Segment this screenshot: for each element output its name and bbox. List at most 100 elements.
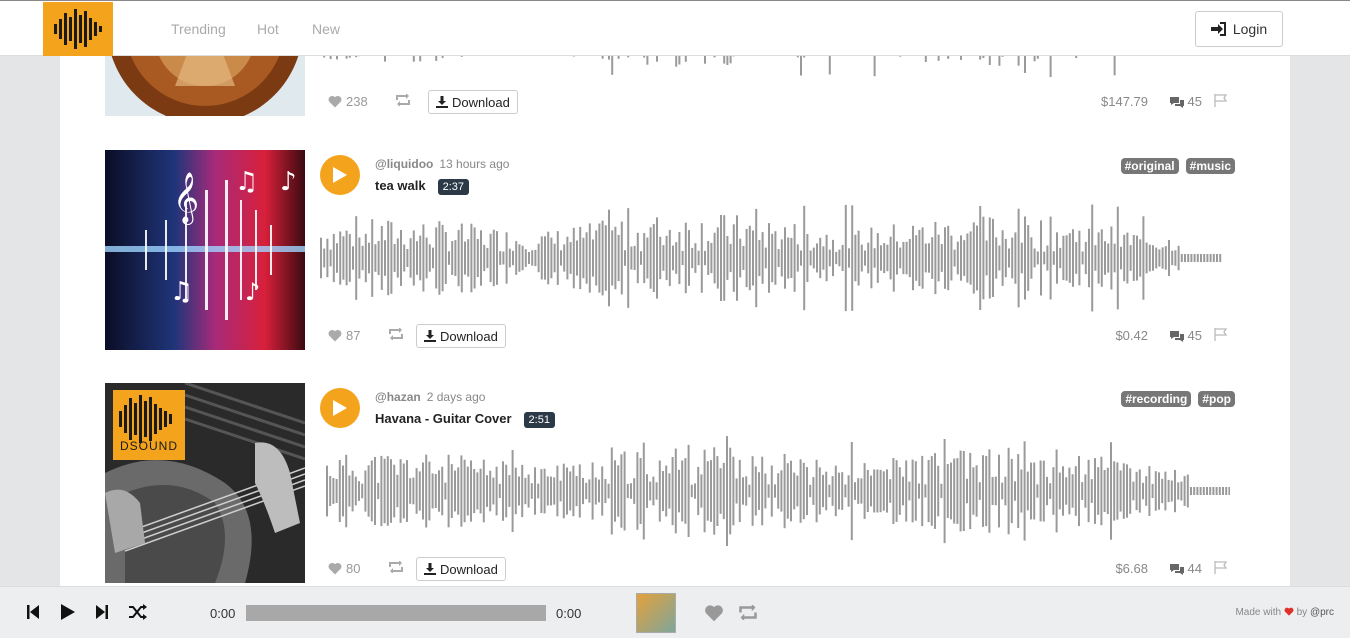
waveform-bar [1200, 254, 1202, 262]
comment-control[interactable]: 45 [1169, 328, 1202, 343]
waveform-bar [998, 56, 1001, 66]
track-thumbnail[interactable] [105, 56, 305, 116]
track-waveform[interactable] [320, 436, 1230, 546]
track-title[interactable]: Havana - Guitar Cover [375, 411, 512, 426]
waveform-bar [1011, 237, 1014, 279]
nav-trending[interactable]: Trending [171, 21, 226, 37]
waveform-bar [870, 227, 873, 289]
waveform-bar [646, 237, 649, 279]
track-waveform[interactable] [320, 203, 1230, 313]
waveform-bar [924, 56, 927, 62]
player-play-icon[interactable] [60, 603, 76, 626]
track-title-row: Havana - Guitar Cover 2:51 [375, 411, 555, 428]
waveform-bar [1110, 442, 1112, 540]
track-title[interactable]: tea walk [375, 178, 426, 193]
player-repost-icon[interactable] [738, 603, 758, 625]
flag-icon[interactable] [1214, 94, 1228, 112]
waveform-bar [610, 447, 613, 535]
flag-icon[interactable] [1214, 561, 1228, 579]
waveform-bar [912, 225, 914, 291]
like-control[interactable]: 238 [328, 94, 368, 109]
download-button[interactable]: Download [428, 90, 518, 114]
tag[interactable]: #recording [1121, 391, 1192, 407]
repost-icon[interactable] [395, 93, 411, 111]
waveform-bar [895, 460, 898, 522]
progress-bar[interactable] [246, 605, 546, 621]
waveform-bar [1043, 251, 1046, 265]
waveform-bar [1017, 454, 1020, 528]
waveform-bar [1065, 235, 1068, 281]
waveform-bar [492, 477, 495, 505]
like-control[interactable]: 80 [328, 561, 360, 576]
waveform-bar [418, 471, 421, 511]
waveform-bar [617, 234, 620, 282]
waveform-bar [870, 475, 872, 507]
waveform-bar [562, 463, 565, 519]
flag-icon[interactable] [1214, 328, 1228, 346]
waveform-bar [1167, 479, 1170, 503]
waveform-bar [755, 208, 758, 308]
like-control[interactable]: 87 [328, 328, 360, 343]
waveform-bar [745, 228, 748, 288]
waveform-bar [1180, 254, 1183, 262]
waveform-bar [515, 241, 518, 275]
waveform-bar [1184, 254, 1186, 262]
waveform-bar [611, 56, 614, 75]
top-navbar: Trending Hot New Login [0, 0, 1350, 56]
tag[interactable]: #music [1185, 158, 1235, 174]
nav-hot[interactable]: Hot [257, 21, 279, 37]
waveform-bar [575, 476, 578, 507]
track-thumbnail[interactable]: 𝄞 ♫ ♪ ♫ ♪ [105, 150, 305, 350]
waveform-bar [643, 233, 646, 284]
waveform-bar [412, 230, 415, 286]
previous-track-icon[interactable] [26, 603, 40, 626]
waveform-bar [1024, 56, 1026, 73]
next-track-icon[interactable] [95, 603, 109, 626]
repost-icon[interactable] [388, 560, 404, 578]
download-button[interactable]: Download [416, 324, 506, 348]
author-link[interactable]: @hazan [375, 390, 421, 404]
waveform-bar [457, 467, 460, 515]
time-ago: 13 hours ago [439, 157, 510, 171]
track-waveform[interactable] [320, 56, 1230, 79]
waveform-bar [383, 458, 386, 524]
waveform-bar [620, 221, 623, 295]
now-playing-thumbnail [636, 593, 676, 633]
heart-icon [1284, 607, 1294, 616]
waveform-bar [460, 223, 463, 293]
tag[interactable]: #pop [1198, 391, 1235, 407]
repost-icon[interactable] [388, 327, 404, 345]
play-button[interactable] [320, 155, 360, 195]
login-button[interactable]: Login [1195, 11, 1283, 47]
waveform-bar [432, 247, 434, 269]
waveform-bar [409, 238, 412, 278]
player-heart-icon[interactable] [704, 604, 724, 627]
waveform-bar [684, 222, 687, 294]
waveform-bar [1193, 487, 1196, 495]
waveform-bar [444, 232, 447, 284]
nav-new[interactable]: New [312, 21, 340, 37]
track-thumbnail[interactable]: DSOUND [105, 383, 305, 583]
dsound-logo[interactable] [43, 2, 113, 56]
tag[interactable]: #original [1120, 158, 1179, 174]
waveform-bar [979, 56, 982, 60]
waveform-bar [822, 474, 824, 508]
waveform-bar [1136, 235, 1138, 281]
waveform-bar [514, 467, 517, 515]
waveform-bar [348, 56, 351, 58]
play-button[interactable] [320, 388, 360, 428]
login-label: Login [1232, 21, 1268, 37]
waveform-bar [706, 461, 709, 521]
credit-link[interactable]: @prc [1310, 607, 1334, 618]
waveform-bar [1084, 474, 1087, 508]
waveform-bar [540, 469, 543, 513]
waveform-bar [412, 477, 415, 505]
comment-control[interactable]: 44 [1169, 561, 1202, 576]
waveform-bar [988, 56, 991, 65]
author-link[interactable]: @liquidoo [375, 157, 433, 171]
waveform-bar [934, 453, 936, 529]
download-button[interactable]: Download [416, 557, 506, 581]
waveform-bar [652, 476, 655, 506]
shuffle-icon[interactable] [128, 603, 148, 626]
comment-control[interactable]: 45 [1169, 94, 1202, 109]
